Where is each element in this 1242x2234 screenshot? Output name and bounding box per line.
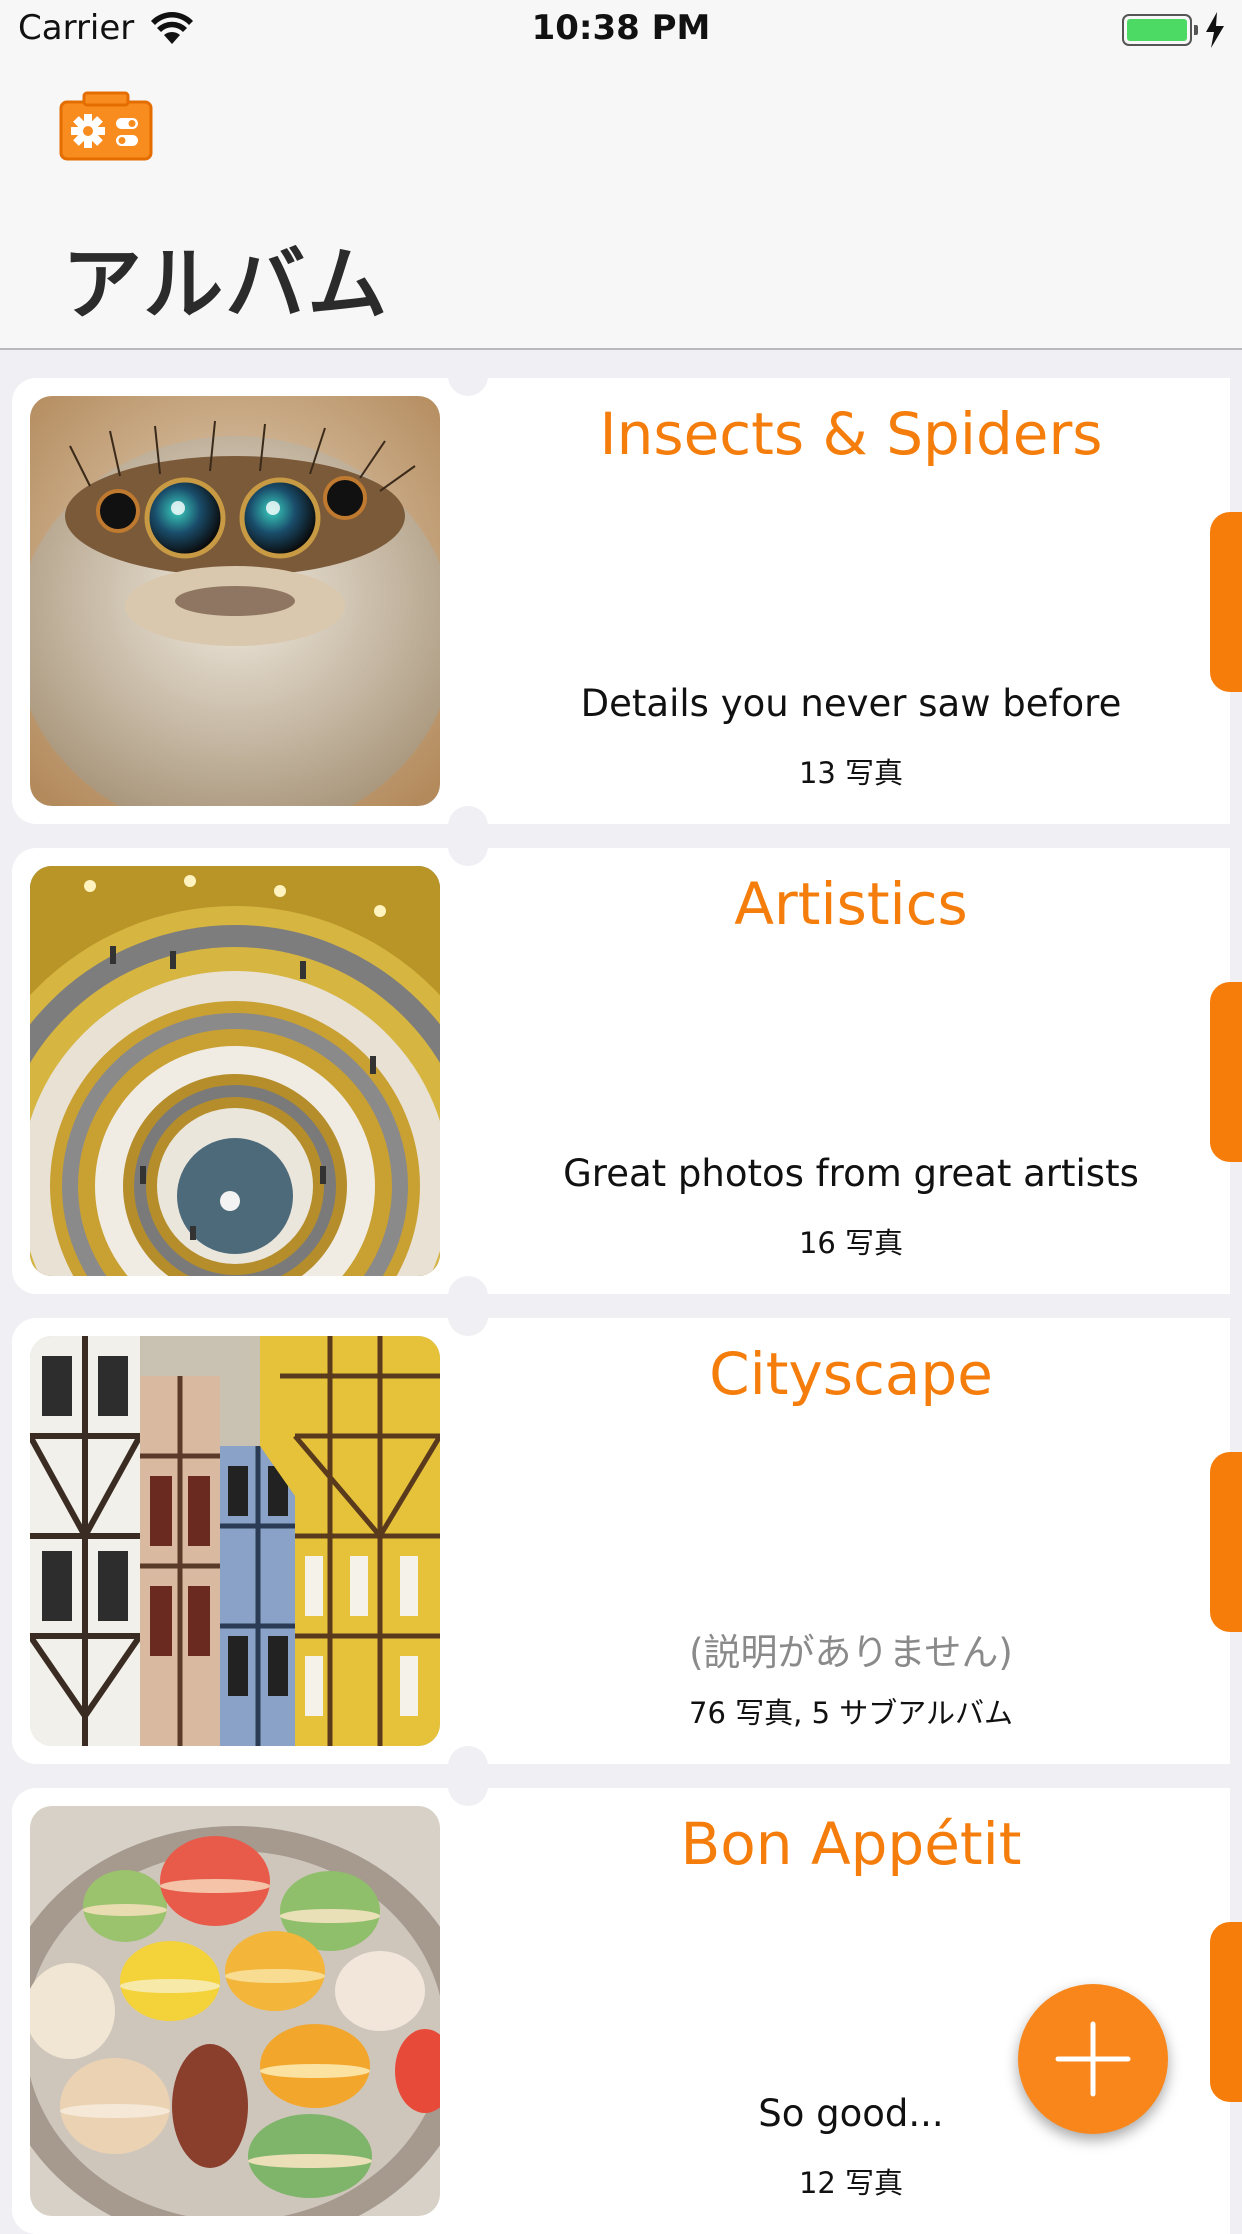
battery-icon <box>1122 14 1198 46</box>
camera-settings-icon[interactable] <box>58 90 154 162</box>
album-count: 12 写真 <box>798 2166 904 2200</box>
clock: 10:38 PM <box>531 8 711 48</box>
add-album-button[interactable] <box>1018 1984 1168 2134</box>
album-description: Great photos from great artists <box>563 1152 1139 1195</box>
album-title: Cityscape <box>709 1340 993 1408</box>
album-title: Insects & Spiders <box>599 400 1103 468</box>
album-card-artistics[interactable]: Artistics Great photos from great artist… <box>12 826 1242 1316</box>
album-thumbnail-spider <box>30 396 440 806</box>
page-title: アルバム <box>62 238 390 331</box>
album-thumbnail-houses <box>30 1336 440 1746</box>
album-thumbnail-staircase <box>30 866 440 1276</box>
navigation-bar: アルバム <box>0 60 1242 350</box>
album-count: 13 写真 <box>798 756 904 790</box>
album-count: 76 写真, 5 サブアルバム <box>689 1696 1013 1730</box>
album-action-tab[interactable] <box>1210 982 1242 1162</box>
album-thumbnail-macarons <box>30 1806 440 2216</box>
album-card-insects[interactable]: Insects & Spiders Details you never saw … <box>12 356 1242 846</box>
charging-icon <box>1206 12 1224 48</box>
album-title: Bon Appétit <box>680 1810 1022 1878</box>
album-action-tab[interactable] <box>1210 1922 1242 2102</box>
album-count: 16 写真 <box>798 1226 904 1260</box>
album-description: (説明がありません) <box>689 1631 1013 1674</box>
album-info: Artistics Great photos from great artist… <box>472 848 1230 1294</box>
status-bar: Carrier 10:38 PM <box>0 0 1242 60</box>
album-info: Cityscape (説明がありません) 76 写真, 5 サブアルバム <box>472 1318 1230 1764</box>
album-card-cityscape[interactable]: Cityscape (説明がありません) 76 写真, 5 サブアルバム <box>12 1296 1242 1786</box>
album-info: Insects & Spiders Details you never saw … <box>472 378 1230 824</box>
album-action-tab[interactable] <box>1210 1452 1242 1632</box>
album-description: Details you never saw before <box>580 682 1122 725</box>
album-action-tab[interactable] <box>1210 512 1242 692</box>
plus-icon <box>1055 2021 1131 2097</box>
album-title: Artistics <box>734 870 968 938</box>
